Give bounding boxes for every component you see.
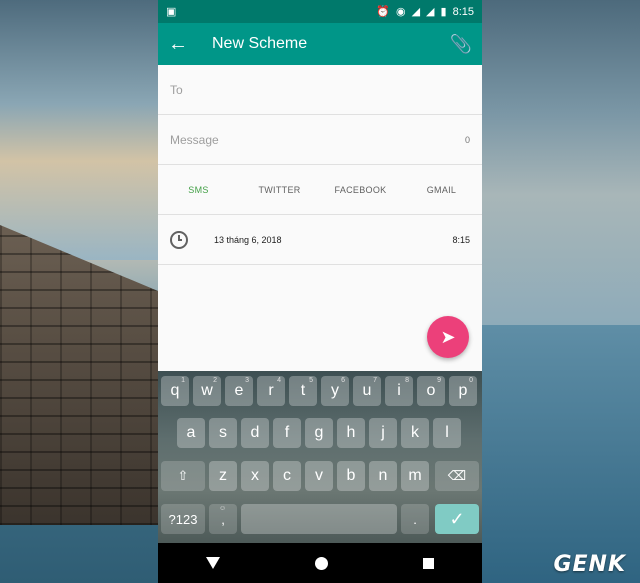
key-w[interactable]: w2: [193, 376, 221, 406]
page-title: New Scheme: [212, 35, 308, 52]
wallpaper-sky-left: [0, 0, 158, 260]
key-l[interactable]: l: [433, 418, 461, 448]
status-time: 8:15: [452, 5, 474, 18]
message-placeholder: Message: [170, 132, 219, 147]
attachment-icon[interactable]: 📎: [450, 34, 472, 55]
keyboard-row-4: ?123 ☺ , . ✓: [158, 504, 482, 534]
nav-home-icon[interactable]: [314, 556, 328, 570]
done-key[interactable]: ✓: [435, 504, 479, 534]
key-j[interactable]: j: [369, 418, 397, 448]
navigation-bar: [158, 543, 482, 583]
keyboard-row-3: ⇧ z x c v b n m ⌫: [158, 461, 482, 491]
emoji-icon: ☺: [219, 505, 227, 512]
key-e[interactable]: e3: [225, 376, 253, 406]
shift-icon: ⇧: [177, 468, 189, 483]
phone-screen: ▣ ⏰ ◉ ◢ ◢ ▮ 8:15 ← New Scheme 📎 To Messa…: [158, 0, 482, 583]
schedule-time[interactable]: 8:15: [452, 235, 470, 245]
key-s[interactable]: s: [209, 418, 237, 448]
wallpaper-sky-right: [482, 0, 640, 325]
key-x[interactable]: x: [241, 461, 269, 491]
wallpaper-wall: [0, 225, 158, 525]
period-key[interactable]: .: [401, 504, 429, 534]
tab-twitter[interactable]: TWITTER: [239, 185, 320, 195]
wallpaper-sea: [482, 325, 640, 583]
schedule-row[interactable]: 13 tháng 6, 2018 8:15: [158, 215, 482, 265]
key-c[interactable]: c: [273, 461, 301, 491]
key-i[interactable]: i8: [385, 376, 413, 406]
to-placeholder: To: [170, 82, 183, 97]
tab-sms[interactable]: SMS: [158, 185, 239, 195]
key-p[interactable]: p0: [449, 376, 477, 406]
nav-back-icon[interactable]: [205, 557, 220, 569]
key-f[interactable]: f: [273, 418, 301, 448]
key-u[interactable]: u7: [353, 376, 381, 406]
key-t[interactable]: t5: [289, 376, 317, 406]
keyboard-row-2: a s d f g h j k l: [158, 418, 482, 448]
char-counter: 0: [464, 134, 470, 145]
backspace-icon: ⌫: [447, 468, 467, 483]
app-bar: ← New Scheme 📎: [158, 23, 482, 65]
key-v[interactable]: v: [305, 461, 333, 491]
symbols-key[interactable]: ?123: [161, 504, 205, 534]
key-o[interactable]: o9: [417, 376, 445, 406]
key-z[interactable]: z: [209, 461, 237, 491]
key-g[interactable]: g: [305, 418, 333, 448]
key-y[interactable]: y6: [321, 376, 349, 406]
channel-tabs: SMS TWITTER FACEBOOK GMAIL: [158, 165, 482, 215]
battery-icon: ▮: [440, 6, 447, 18]
wifi-icon: ◉: [395, 6, 406, 18]
back-arrow-icon[interactable]: ←: [168, 33, 202, 56]
key-d[interactable]: d: [241, 418, 269, 448]
alarm-icon: ⏰: [376, 6, 390, 18]
shift-key[interactable]: ⇧: [161, 461, 205, 491]
to-field[interactable]: To: [158, 65, 482, 115]
key-q[interactable]: q1: [161, 376, 189, 406]
key-h[interactable]: h: [337, 418, 365, 448]
watermark-logo: GENK: [553, 552, 626, 577]
send-button[interactable]: ➤: [427, 316, 469, 358]
checkmark-icon: ✓: [449, 508, 465, 529]
clock-icon: [170, 230, 188, 249]
space-key[interactable]: [241, 504, 397, 534]
schedule-date[interactable]: 13 tháng 6, 2018: [214, 235, 452, 245]
key-r[interactable]: r4: [257, 376, 285, 406]
signal-icon: ◢: [411, 6, 421, 18]
message-field[interactable]: Message 0: [158, 115, 482, 165]
key-b[interactable]: b: [337, 461, 365, 491]
backspace-key[interactable]: ⌫: [435, 461, 479, 491]
nav-recents-icon[interactable]: [423, 557, 435, 569]
comma-key[interactable]: ☺ ,: [209, 504, 237, 534]
image-notification-icon: ▣: [166, 6, 177, 18]
status-bar: ▣ ⏰ ◉ ◢ ◢ ▮ 8:15: [158, 0, 482, 23]
key-k[interactable]: k: [401, 418, 429, 448]
tab-facebook[interactable]: FACEBOOK: [320, 185, 401, 195]
key-n[interactable]: n: [369, 461, 397, 491]
key-a[interactable]: a: [177, 418, 205, 448]
key-m[interactable]: m: [401, 461, 429, 491]
keyboard-row-1: q1 w2 e3 r4 t5 y6 u7 i8 o9 p0: [158, 376, 482, 406]
soft-keyboard: q1 w2 e3 r4 t5 y6 u7 i8 o9 p0 a s d f g …: [158, 371, 482, 543]
tab-gmail[interactable]: GMAIL: [401, 185, 482, 195]
signal-icon-2: ◢: [426, 6, 435, 18]
send-icon: ➤: [440, 326, 456, 347]
